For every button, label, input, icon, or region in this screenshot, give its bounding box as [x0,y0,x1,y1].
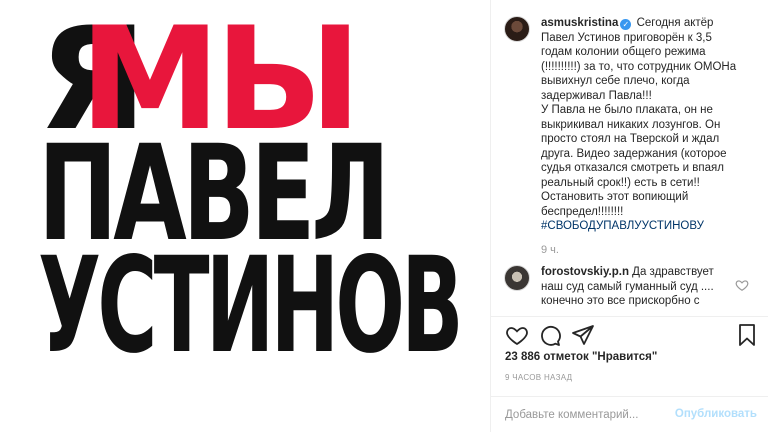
caption-line: вывихнул себе плечо, когда [541,75,690,87]
share-icon[interactable] [571,323,595,347]
post-time-ago: 9 ЧАСОВ НАЗАД [505,373,573,382]
bookmark-icon[interactable] [735,323,759,347]
reply-line: наш суд самый гуманный суд .... [541,280,714,293]
reply-username[interactable]: forostovskiy.p.n [541,266,629,278]
reply-line: конечно это все прискорбно с [541,295,700,307]
caption-line: (!!!!!!!!!!) за то, что сотрудник ОМОНа [541,60,737,73]
caption-line: беспредел!!!!!!!! [541,205,624,218]
reply-line: Да здравствует [632,266,714,278]
caption-comment: asmuskristina ✓ Сегодня актёр Павел Устин… [504,16,759,256]
caption-line: Остановить этот вопиющий [541,191,689,203]
verified-badge-icon: ✓ [620,19,632,30]
caption-line: выкрикивал никаких лозунгов. Он [541,118,721,131]
comment-icon[interactable] [538,323,562,347]
reply-comment: forostovskiy.p.n Да здравствует наш суд … [504,265,759,309]
hashtag-link[interactable]: #СВОБОДУПАВЛУУСТИНОВУ [541,220,704,232]
comments-area: asmuskristina ✓ Сегодня актёр Павел Устин… [491,0,768,316]
add-comment-bar: Опубликовать [491,396,768,432]
reply-text: forostovskiy.p.n Да здравствует наш суд … [541,265,759,309]
caption-line: друга. Видео задержания (которое [541,147,727,160]
comment-input[interactable] [505,409,675,421]
post-actions: 23 886 отметок "Нравится" 9 ЧАСОВ НАЗАД … [491,316,768,432]
caption-line: Павел Устинов приговорён к 3,5 [541,31,712,44]
poster-last-name: УСТИНОВ [38,229,464,383]
post-image[interactable]: ЯМЫ ПАВЕЛ УСТИНОВ [0,0,490,432]
heart-icon[interactable] [505,323,529,347]
caption-timestamp: 9 ч. [541,243,559,256]
likes-count[interactable]: 23 886 отметок "Нравится" [505,351,657,363]
poster-first-name: ПАВЕЛ [38,117,390,271]
author-username[interactable]: asmuskristina [541,17,618,29]
caption-line: просто стоял на Тверской и ждал [541,133,720,145]
poster-line-ya-my: ЯМЫ [38,9,362,151]
caption-line: судья отказался смотреть и впаял [541,162,724,174]
caption-line: годам колонии общего режима [541,46,706,58]
reply-avatar[interactable] [504,265,530,291]
caption-line: Сегодня актёр [636,17,714,29]
caption-line: реальный срок!!) есть в сети!! [541,176,700,189]
publish-button[interactable]: Опубликовать [675,408,757,420]
caption-line: задерживал Павла!!! [541,89,652,102]
caption-text: asmuskristina ✓ Сегодня актёр Павел Устин… [541,16,759,234]
caption-line: У Павла не было плаката, он не [541,104,713,116]
author-avatar[interactable] [504,16,530,42]
comment-like-heart-icon[interactable] [735,278,749,292]
post-side-panel: asmuskristina ✓ Сегодня актёр Павел Устин… [490,0,768,432]
